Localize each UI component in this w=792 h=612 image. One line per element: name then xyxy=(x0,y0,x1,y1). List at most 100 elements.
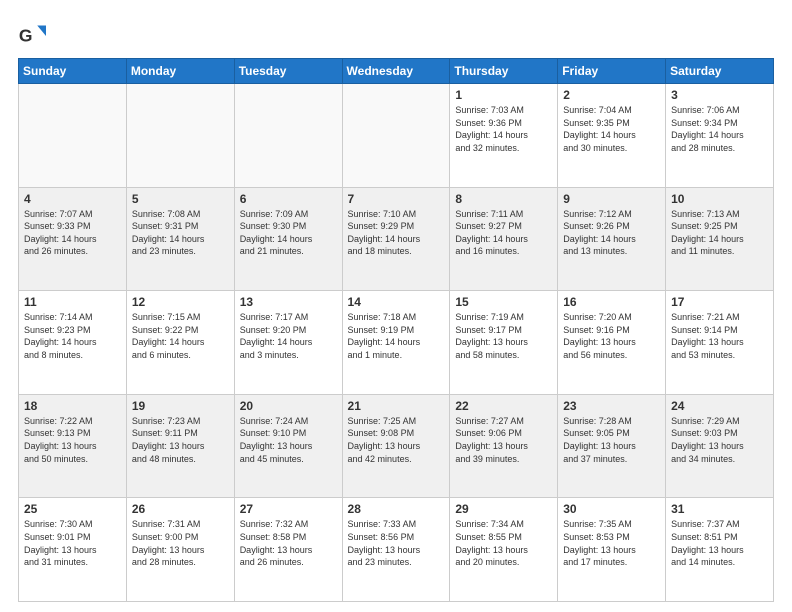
day-number: 21 xyxy=(348,399,445,413)
calendar-header-row: SundayMondayTuesdayWednesdayThursdayFrid… xyxy=(19,59,774,84)
calendar-cell: 25 Sunrise: 7:30 AM Sunset: 9:01 PM Dayli… xyxy=(19,498,127,602)
day-number: 1 xyxy=(455,88,552,102)
cell-content: Sunrise: 7:14 AM Sunset: 9:23 PM Dayligh… xyxy=(24,311,121,361)
calendar-day-header: Sunday xyxy=(19,59,127,84)
day-number: 26 xyxy=(132,502,229,516)
calendar-cell: 15 Sunrise: 7:19 AM Sunset: 9:17 PM Dayli… xyxy=(450,291,558,395)
cell-content: Sunrise: 7:22 AM Sunset: 9:13 PM Dayligh… xyxy=(24,415,121,465)
cell-content: Sunrise: 7:32 AM Sunset: 8:58 PM Dayligh… xyxy=(240,518,337,568)
calendar-cell xyxy=(19,84,127,188)
calendar-cell: 4 Sunrise: 7:07 AM Sunset: 9:33 PM Daylig… xyxy=(19,187,127,291)
calendar-cell: 22 Sunrise: 7:27 AM Sunset: 9:06 PM Dayli… xyxy=(450,394,558,498)
calendar-cell: 12 Sunrise: 7:15 AM Sunset: 9:22 PM Dayli… xyxy=(126,291,234,395)
cell-content: Sunrise: 7:03 AM Sunset: 9:36 PM Dayligh… xyxy=(455,104,552,154)
cell-content: Sunrise: 7:06 AM Sunset: 9:34 PM Dayligh… xyxy=(671,104,768,154)
day-number: 27 xyxy=(240,502,337,516)
day-number: 8 xyxy=(455,192,552,206)
day-number: 13 xyxy=(240,295,337,309)
cell-content: Sunrise: 7:17 AM Sunset: 9:20 PM Dayligh… xyxy=(240,311,337,361)
cell-content: Sunrise: 7:10 AM Sunset: 9:29 PM Dayligh… xyxy=(348,208,445,258)
day-number: 15 xyxy=(455,295,552,309)
calendar-day-header: Friday xyxy=(558,59,666,84)
calendar-cell: 31 Sunrise: 7:37 AM Sunset: 8:51 PM Dayli… xyxy=(666,498,774,602)
cell-content: Sunrise: 7:13 AM Sunset: 9:25 PM Dayligh… xyxy=(671,208,768,258)
cell-content: Sunrise: 7:04 AM Sunset: 9:35 PM Dayligh… xyxy=(563,104,660,154)
logo-icon: G xyxy=(18,22,46,50)
day-number: 9 xyxy=(563,192,660,206)
cell-content: Sunrise: 7:24 AM Sunset: 9:10 PM Dayligh… xyxy=(240,415,337,465)
cell-content: Sunrise: 7:11 AM Sunset: 9:27 PM Dayligh… xyxy=(455,208,552,258)
cell-content: Sunrise: 7:18 AM Sunset: 9:19 PM Dayligh… xyxy=(348,311,445,361)
day-number: 6 xyxy=(240,192,337,206)
cell-content: Sunrise: 7:23 AM Sunset: 9:11 PM Dayligh… xyxy=(132,415,229,465)
calendar-cell: 23Sunrise: 7:28 AM Sunset: 9:05 PM Dayli… xyxy=(558,394,666,498)
calendar-cell: 16 Sunrise: 7:20 AM Sunset: 9:16 PM Dayli… xyxy=(558,291,666,395)
calendar-week-row: 1 Sunrise: 7:03 AM Sunset: 9:36 PM Daylig… xyxy=(19,84,774,188)
calendar-cell: 27 Sunrise: 7:32 AM Sunset: 8:58 PM Dayli… xyxy=(234,498,342,602)
calendar-week-row: 25 Sunrise: 7:30 AM Sunset: 9:01 PM Dayli… xyxy=(19,498,774,602)
calendar-cell: 20Sunrise: 7:24 AM Sunset: 9:10 PM Dayli… xyxy=(234,394,342,498)
calendar-cell: 1 Sunrise: 7:03 AM Sunset: 9:36 PM Daylig… xyxy=(450,84,558,188)
day-number: 31 xyxy=(671,502,768,516)
day-number: 28 xyxy=(348,502,445,516)
cell-content: Sunrise: 7:28 AM Sunset: 9:05 PM Dayligh… xyxy=(563,415,660,465)
cell-content: Sunrise: 7:07 AM Sunset: 9:33 PM Dayligh… xyxy=(24,208,121,258)
calendar-cell: 8 Sunrise: 7:11 AM Sunset: 9:27 PM Daylig… xyxy=(450,187,558,291)
calendar-cell: 5Sunrise: 7:08 AM Sunset: 9:31 PM Daylig… xyxy=(126,187,234,291)
day-number: 18 xyxy=(24,399,121,413)
calendar-cell: 10 Sunrise: 7:13 AM Sunset: 9:25 PM Dayli… xyxy=(666,187,774,291)
calendar-cell: 21 Sunrise: 7:25 AM Sunset: 9:08 PM Dayli… xyxy=(342,394,450,498)
cell-content: Sunrise: 7:34 AM Sunset: 8:55 PM Dayligh… xyxy=(455,518,552,568)
calendar-cell: 18 Sunrise: 7:22 AM Sunset: 9:13 PM Dayli… xyxy=(19,394,127,498)
cell-content: Sunrise: 7:30 AM Sunset: 9:01 PM Dayligh… xyxy=(24,518,121,568)
day-number: 19 xyxy=(132,399,229,413)
cell-content: Sunrise: 7:25 AM Sunset: 9:08 PM Dayligh… xyxy=(348,415,445,465)
calendar-cell: 2 Sunrise: 7:04 AM Sunset: 9:35 PM Daylig… xyxy=(558,84,666,188)
calendar-day-header: Monday xyxy=(126,59,234,84)
calendar-day-header: Saturday xyxy=(666,59,774,84)
calendar-cell: 30 Sunrise: 7:35 AM Sunset: 8:53 PM Dayli… xyxy=(558,498,666,602)
day-number: 25 xyxy=(24,502,121,516)
calendar-cell: 24 Sunrise: 7:29 AM Sunset: 9:03 PM Dayli… xyxy=(666,394,774,498)
day-number: 11 xyxy=(24,295,121,309)
calendar-cell xyxy=(234,84,342,188)
calendar-week-row: 4 Sunrise: 7:07 AM Sunset: 9:33 PM Daylig… xyxy=(19,187,774,291)
calendar-cell xyxy=(126,84,234,188)
cell-content: Sunrise: 7:19 AM Sunset: 9:17 PM Dayligh… xyxy=(455,311,552,361)
cell-content: Sunrise: 7:37 AM Sunset: 8:51 PM Dayligh… xyxy=(671,518,768,568)
calendar-cell: 17Sunrise: 7:21 AM Sunset: 9:14 PM Dayli… xyxy=(666,291,774,395)
calendar-week-row: 11 Sunrise: 7:14 AM Sunset: 9:23 PM Dayli… xyxy=(19,291,774,395)
calendar-day-header: Tuesday xyxy=(234,59,342,84)
cell-content: Sunrise: 7:15 AM Sunset: 9:22 PM Dayligh… xyxy=(132,311,229,361)
calendar-day-header: Wednesday xyxy=(342,59,450,84)
calendar-cell: 11 Sunrise: 7:14 AM Sunset: 9:23 PM Dayli… xyxy=(19,291,127,395)
day-number: 2 xyxy=(563,88,660,102)
calendar-cell: 19 Sunrise: 7:23 AM Sunset: 9:11 PM Dayli… xyxy=(126,394,234,498)
calendar-day-header: Thursday xyxy=(450,59,558,84)
header: G xyxy=(18,18,774,50)
day-number: 12 xyxy=(132,295,229,309)
cell-content: Sunrise: 7:29 AM Sunset: 9:03 PM Dayligh… xyxy=(671,415,768,465)
cell-content: Sunrise: 7:08 AM Sunset: 9:31 PM Dayligh… xyxy=(132,208,229,258)
cell-content: Sunrise: 7:31 AM Sunset: 9:00 PM Dayligh… xyxy=(132,518,229,568)
day-number: 16 xyxy=(563,295,660,309)
cell-content: Sunrise: 7:12 AM Sunset: 9:26 PM Dayligh… xyxy=(563,208,660,258)
day-number: 7 xyxy=(348,192,445,206)
calendar-cell: 3 Sunrise: 7:06 AM Sunset: 9:34 PM Daylig… xyxy=(666,84,774,188)
cell-content: Sunrise: 7:35 AM Sunset: 8:53 PM Dayligh… xyxy=(563,518,660,568)
calendar-cell: 26 Sunrise: 7:31 AM Sunset: 9:00 PM Dayli… xyxy=(126,498,234,602)
cell-content: Sunrise: 7:27 AM Sunset: 9:06 PM Dayligh… xyxy=(455,415,552,465)
day-number: 30 xyxy=(563,502,660,516)
calendar-week-row: 18 Sunrise: 7:22 AM Sunset: 9:13 PM Dayli… xyxy=(19,394,774,498)
day-number: 3 xyxy=(671,88,768,102)
cell-content: Sunrise: 7:21 AM Sunset: 9:14 PM Dayligh… xyxy=(671,311,768,361)
day-number: 29 xyxy=(455,502,552,516)
day-number: 4 xyxy=(24,192,121,206)
day-number: 24 xyxy=(671,399,768,413)
cell-content: Sunrise: 7:20 AM Sunset: 9:16 PM Dayligh… xyxy=(563,311,660,361)
day-number: 22 xyxy=(455,399,552,413)
day-number: 10 xyxy=(671,192,768,206)
calendar-cell: 28Sunrise: 7:33 AM Sunset: 8:56 PM Dayli… xyxy=(342,498,450,602)
svg-text:G: G xyxy=(19,25,33,45)
calendar-cell: 14Sunrise: 7:18 AM Sunset: 9:19 PM Dayli… xyxy=(342,291,450,395)
